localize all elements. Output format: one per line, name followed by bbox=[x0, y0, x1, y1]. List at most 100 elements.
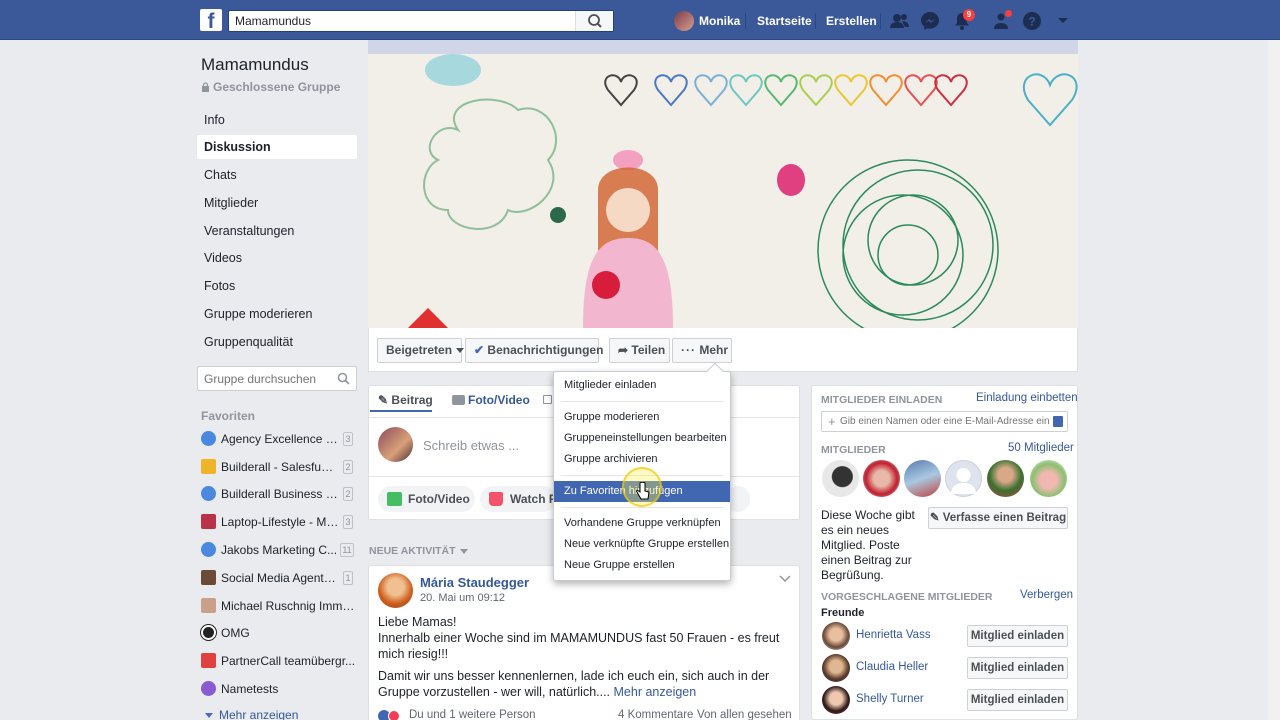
address-book-icon[interactable] bbox=[1053, 416, 1063, 427]
suggested-member-avatar[interactable] bbox=[822, 622, 850, 650]
pencil-icon: ✎ bbox=[378, 393, 389, 407]
suggested-member-name[interactable]: Shelly Turner bbox=[856, 693, 924, 705]
reactions-summary[interactable]: Du und 1 weitere Person bbox=[409, 709, 536, 720]
nav-videos[interactable]: Videos bbox=[197, 246, 357, 270]
menu-item-invite-members[interactable]: Mitglieder einladen bbox=[554, 375, 730, 396]
account-menu-chevron-icon[interactable] bbox=[1057, 17, 1069, 25]
tab-photo-video[interactable]: Foto/Video bbox=[452, 393, 530, 407]
favorite-group-item[interactable]: PartnerCall teamübergr... bbox=[201, 650, 357, 672]
favorite-group-item[interactable]: Agency Excellence 2... 3 bbox=[201, 428, 357, 450]
search-icon[interactable] bbox=[337, 372, 350, 385]
messenger-icon[interactable] bbox=[919, 10, 941, 32]
share-button[interactable]: ➦ Teilen bbox=[609, 338, 670, 363]
nav-members[interactable]: Mitglieder bbox=[197, 191, 357, 215]
favorite-group-item[interactable]: Builderall Business - ... 2 bbox=[201, 483, 357, 505]
suggested-member-name[interactable]: Henrietta Vass bbox=[856, 629, 931, 641]
notice-line: Begrüßung. bbox=[821, 568, 884, 582]
facebook-logo-icon[interactable]: f bbox=[200, 9, 222, 31]
group-cover-photo[interactable] bbox=[368, 40, 1078, 328]
calendar-icon bbox=[201, 653, 216, 668]
nav-events[interactable]: Veranstaltungen bbox=[197, 219, 357, 243]
post-timestamp[interactable]: 20. Mai um 09:12 bbox=[420, 592, 505, 604]
member-avatar-placeholder[interactable] bbox=[945, 460, 982, 497]
member-avatar[interactable] bbox=[904, 460, 941, 497]
post-author-avatar[interactable] bbox=[378, 573, 413, 608]
unread-count: 2 bbox=[343, 460, 353, 474]
nav-discussion[interactable]: Diskussion bbox=[197, 135, 357, 159]
joined-label: Beigetreten bbox=[386, 343, 453, 357]
caret-down-icon bbox=[456, 348, 465, 354]
see-more-link[interactable]: Mehr anzeigen bbox=[614, 685, 697, 699]
favorite-group-item[interactable]: Laptop-Lifestyle - Mo... 3 bbox=[201, 511, 357, 533]
create-link[interactable]: Erstellen bbox=[826, 0, 877, 40]
live-icon[interactable] bbox=[543, 395, 552, 404]
pencil-icon: ✎ bbox=[929, 512, 940, 524]
post-author-name[interactable]: Mária Staudegger bbox=[420, 575, 529, 590]
favorite-group-label: OMG bbox=[221, 626, 250, 640]
menu-item-link-existing-group[interactable]: Vorhandene Gruppe verknüpfen bbox=[554, 513, 730, 534]
post-options-chevron-icon[interactable] bbox=[779, 575, 791, 583]
group-search-input[interactable] bbox=[204, 372, 332, 386]
favorite-group-item[interactable]: Jakobs Marketing C... 11 bbox=[201, 539, 357, 561]
more-button[interactable]: ··· Mehr bbox=[672, 338, 732, 363]
write-welcome-post-button[interactable]: ✎ Verfasse einen Beitrag bbox=[928, 507, 1068, 529]
group-search bbox=[197, 366, 357, 391]
hide-suggestions-link[interactable]: Verbergen bbox=[1020, 589, 1073, 601]
nav-group-quality[interactable]: Gruppenqualität bbox=[197, 330, 357, 354]
invite-member-button[interactable]: Mitglied einladen bbox=[967, 625, 1068, 647]
user-avatar[interactable] bbox=[674, 11, 694, 31]
favorite-group-item[interactable]: Michael Ruschnig Immo... bbox=[201, 595, 357, 617]
unread-count: 2 bbox=[343, 487, 353, 501]
member-avatar[interactable] bbox=[822, 460, 859, 497]
suggested-member-avatar[interactable] bbox=[822, 654, 850, 682]
notifications-button[interactable]: ✔ Benachrichtigungen bbox=[465, 338, 603, 363]
help-icon[interactable]: ? bbox=[1021, 10, 1043, 32]
invite-member-button[interactable]: Mitglied einladen bbox=[967, 689, 1068, 711]
suggested-member-name[interactable]: Claudia Heller bbox=[856, 661, 928, 673]
reaction-icons[interactable] bbox=[378, 709, 406, 720]
group-name[interactable]: Mamamundus bbox=[201, 55, 309, 75]
friend-requests-icon[interactable] bbox=[889, 10, 911, 32]
nav-chats[interactable]: Chats bbox=[197, 163, 357, 187]
member-avatar[interactable] bbox=[1030, 460, 1067, 497]
svg-text:?: ? bbox=[1028, 15, 1035, 29]
embed-invite-link[interactable]: Einladung einbetten bbox=[976, 392, 1078, 404]
favorite-group-item[interactable]: Nametests bbox=[201, 678, 357, 700]
suggested-member-avatar[interactable] bbox=[822, 686, 850, 714]
menu-item-create-new-group[interactable]: Neue Gruppe erstellen bbox=[554, 555, 730, 576]
menu-item-edit-settings[interactable]: Gruppeneinstellungen bearbeiten bbox=[554, 428, 730, 449]
notice-line: einen Beitrag zur bbox=[821, 553, 912, 567]
member-avatar[interactable] bbox=[863, 460, 900, 497]
menu-item-moderate-group[interactable]: Gruppe moderieren bbox=[554, 407, 730, 428]
favorite-group-item[interactable]: Builderall - Salesfunn... 2 bbox=[201, 456, 357, 478]
tab-post[interactable]: ✎ Beitrag bbox=[378, 393, 433, 407]
nav-moderate[interactable]: Gruppe moderieren bbox=[197, 302, 357, 326]
profile-link[interactable]: Monika bbox=[699, 0, 740, 40]
group-thumbnail bbox=[201, 514, 216, 529]
invite-member-input[interactable] bbox=[840, 416, 1050, 427]
favorite-group-item[interactable]: Social Media Agentu... 1 bbox=[201, 567, 357, 589]
show-more-favorites-link[interactable]: Mehr anzeigen bbox=[205, 708, 298, 720]
nav-info[interactable]: Info bbox=[197, 108, 357, 132]
photo-video-pill[interactable]: Foto/Video bbox=[378, 486, 475, 512]
favorite-group-label: Social Media Agentu... bbox=[221, 571, 339, 585]
plus-icon: + bbox=[828, 414, 836, 429]
invite-member-button[interactable]: Mitglied einladen bbox=[967, 657, 1068, 679]
search-button[interactable] bbox=[575, 11, 613, 31]
composer-placeholder[interactable]: Schreib etwas ... bbox=[423, 438, 519, 453]
favorite-group-label: Builderall - Salesfunn... bbox=[221, 460, 339, 474]
joined-button[interactable]: Beigetreten bbox=[377, 338, 465, 363]
new-activity-sort[interactable]: NEUE AKTIVITÄT bbox=[369, 545, 469, 557]
home-link[interactable]: Startseite bbox=[757, 0, 812, 40]
menu-item-create-linked-group[interactable]: Neue verknüpfte Gruppe erstellen bbox=[554, 534, 730, 555]
global-search-input[interactable] bbox=[235, 14, 565, 28]
favorite-group-item[interactable]: OMG bbox=[201, 622, 357, 644]
member-avatar[interactable] bbox=[987, 460, 1024, 497]
seen-by-all: Von allen gesehen bbox=[697, 709, 792, 720]
comments-count[interactable]: 4 Kommentare bbox=[618, 709, 693, 720]
watch-party-pill[interactable]: Watch Pa bbox=[480, 486, 556, 512]
members-count-link[interactable]: 50 Mitglieder bbox=[1008, 442, 1074, 454]
page-scrollbar[interactable] bbox=[1268, 40, 1280, 720]
nav-photos[interactable]: Fotos bbox=[197, 274, 357, 298]
tab-photo-label: Foto/Video bbox=[468, 393, 530, 407]
